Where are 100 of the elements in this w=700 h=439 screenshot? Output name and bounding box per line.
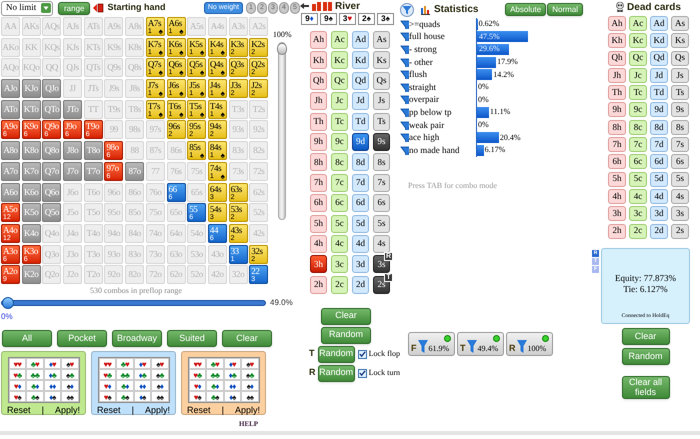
apply-link[interactable]: Apply! — [234, 404, 260, 416]
reset-link[interactable]: Reset — [97, 404, 121, 416]
suit-combo-cell[interactable]: ♦♠ — [44, 391, 61, 402]
card-button[interactable]: 9h — [608, 102, 626, 118]
card-button[interactable]: 6s — [373, 194, 390, 212]
card-button[interactable]: 8h — [310, 153, 327, 172]
card-button[interactable]: 4d — [352, 234, 369, 253]
suit-combo-cell[interactable]: ♠♥ — [241, 358, 258, 370]
suit-combo-cell[interactable]: ♥♦ — [8, 380, 26, 392]
card-button[interactable]: Jh — [310, 92, 327, 110]
suit-combo-cell[interactable]: ♠♦ — [61, 380, 78, 392]
suit-combo-cell[interactable]: ♠♠ — [61, 391, 78, 402]
suit-combo-cell[interactable]: ♥♠ — [98, 391, 116, 402]
card-button[interactable]: 7d — [352, 174, 369, 192]
card-button[interactable]: Kc — [629, 33, 647, 48]
card-button[interactable]: 8c — [629, 120, 647, 135]
card-button[interactable]: 5d — [650, 172, 668, 187]
slider-thumb[interactable] — [277, 43, 288, 55]
card-button[interactable]: Th — [608, 85, 626, 100]
card-button[interactable]: 8d — [352, 153, 369, 172]
card-button[interactable]: 3c — [331, 255, 348, 274]
suit-combo-cell[interactable]: ♦♦ — [44, 380, 61, 392]
card-button[interactable]: Kh — [310, 51, 327, 70]
card-button[interactable]: 7c — [629, 137, 647, 152]
card-button[interactable]: Kh — [608, 33, 626, 48]
card-button[interactable]: Ts — [671, 85, 689, 100]
suit-combo-cell[interactable]: ♠♣ — [151, 369, 168, 380]
card-button[interactable]: 3d — [650, 206, 668, 222]
apply-link[interactable]: Apply! — [54, 404, 80, 416]
card-button[interactable]: 6c — [629, 154, 647, 170]
card-button[interactable]: 3h — [310, 255, 327, 274]
suit-combo-cell[interactable]: ♣♦ — [206, 380, 224, 392]
card-button[interactable]: Ac — [331, 31, 348, 49]
suit-combo-cell[interactable]: ♠♠ — [151, 391, 168, 402]
card-button[interactable]: 8h — [608, 120, 626, 135]
lock-checkbox[interactable] — [358, 350, 367, 359]
board-card[interactable]: 2♠ — [358, 13, 375, 25]
card-button[interactable]: Kd — [352, 51, 369, 70]
suit-combo-cell[interactable]: ♠♠ — [241, 391, 258, 402]
suit-combo-cell[interactable]: ♣♥ — [206, 358, 224, 370]
suit-combo-cell[interactable]: ♥♣ — [8, 369, 26, 380]
card-button[interactable]: 2c — [629, 224, 647, 239]
card-button[interactable]: Jd — [352, 92, 369, 110]
suit-combo-cell[interactable]: ♦♣ — [134, 369, 151, 380]
suit-combo-cell[interactable]: ♥♣ — [188, 369, 206, 380]
card-button[interactable]: 5c — [629, 172, 647, 187]
suit-combo-cell[interactable]: ♣♥ — [26, 358, 44, 370]
card-button[interactable]: Qh — [310, 72, 327, 90]
card-button[interactable]: 4d — [650, 188, 668, 204]
card-button[interactable]: 6d — [352, 194, 369, 212]
card-button[interactable]: Ad — [352, 31, 369, 49]
suit-combo-cell[interactable]: ♣♠ — [116, 391, 134, 402]
card-button[interactable]: Ah — [310, 31, 327, 49]
card-button[interactable]: 4h — [310, 234, 327, 253]
suit-combo-cell[interactable]: ♥♦ — [98, 380, 116, 392]
card-button[interactable]: 3c — [629, 206, 647, 222]
card-button[interactable]: 7h — [608, 137, 626, 152]
suit-combo-cell[interactable]: ♥♥ — [188, 358, 206, 370]
card-button[interactable]: Th — [310, 112, 327, 131]
card-button[interactable]: 2d — [352, 276, 369, 294]
apply-link[interactable]: Apply! — [144, 404, 170, 416]
limit-select[interactable]: No limit — [1, 0, 53, 16]
lock-checkbox[interactable] — [358, 368, 367, 378]
card-button[interactable]: 7h — [310, 174, 327, 192]
card-button[interactable]: Td — [650, 85, 668, 100]
card-button[interactable]: 4s — [373, 234, 390, 253]
card-button[interactable]: 4c — [629, 188, 647, 204]
card-button[interactable]: 2h — [608, 224, 626, 239]
suit-combo-cell[interactable]: ♦♥ — [224, 358, 241, 370]
suit-combo-cell[interactable]: ♥♠ — [8, 391, 26, 402]
card-button[interactable]: Qc — [331, 72, 348, 90]
card-button[interactable]: As — [671, 16, 689, 31]
card-button[interactable]: 5h — [608, 172, 626, 187]
card-button[interactable]: 9c — [331, 132, 348, 151]
suit-combo-cell[interactable]: ♥♣ — [98, 369, 116, 380]
street-filter-button[interactable]: F 61.9% — [408, 332, 455, 356]
suit-combo-cell[interactable]: ♣♦ — [116, 380, 134, 392]
card-button[interactable]: 8s — [373, 153, 390, 172]
suit-combo-cell[interactable]: ♦♠ — [134, 391, 151, 402]
suit-combo-cell[interactable]: ♦♦ — [134, 380, 151, 392]
reset-link[interactable]: Reset — [187, 404, 211, 416]
suit-combo-cell[interactable]: ♠♥ — [61, 358, 78, 370]
suit-combo-cell[interactable]: ♠♦ — [241, 380, 258, 392]
card-button[interactable]: 6c — [331, 194, 348, 212]
card-button[interactable]: Kc — [331, 51, 348, 70]
card-button[interactable]: Ad — [650, 16, 668, 31]
card-button[interactable]: 8s — [671, 120, 689, 135]
card-button[interactable]: 4s — [671, 188, 689, 204]
slider-thumb[interactable] — [2, 297, 14, 310]
suit-combo-cell[interactable]: ♥♥ — [8, 358, 26, 370]
suit-combo-cell[interactable]: ♣♣ — [26, 369, 44, 380]
card-button[interactable]: 8c — [331, 153, 348, 172]
suit-combo-cell[interactable]: ♣♥ — [116, 358, 134, 370]
suit-combo-cell[interactable]: ♦♣ — [44, 369, 61, 380]
suit-combo-cell[interactable]: ♥♦ — [188, 380, 206, 392]
card-button[interactable]: Jh — [608, 68, 626, 83]
clear-all-button[interactable]: Clear all fields — [622, 376, 670, 399]
card-button[interactable]: As — [373, 31, 390, 49]
suit-combo-cell[interactable]: ♦♥ — [44, 358, 61, 370]
card-button[interactable]: 6d — [650, 154, 668, 170]
